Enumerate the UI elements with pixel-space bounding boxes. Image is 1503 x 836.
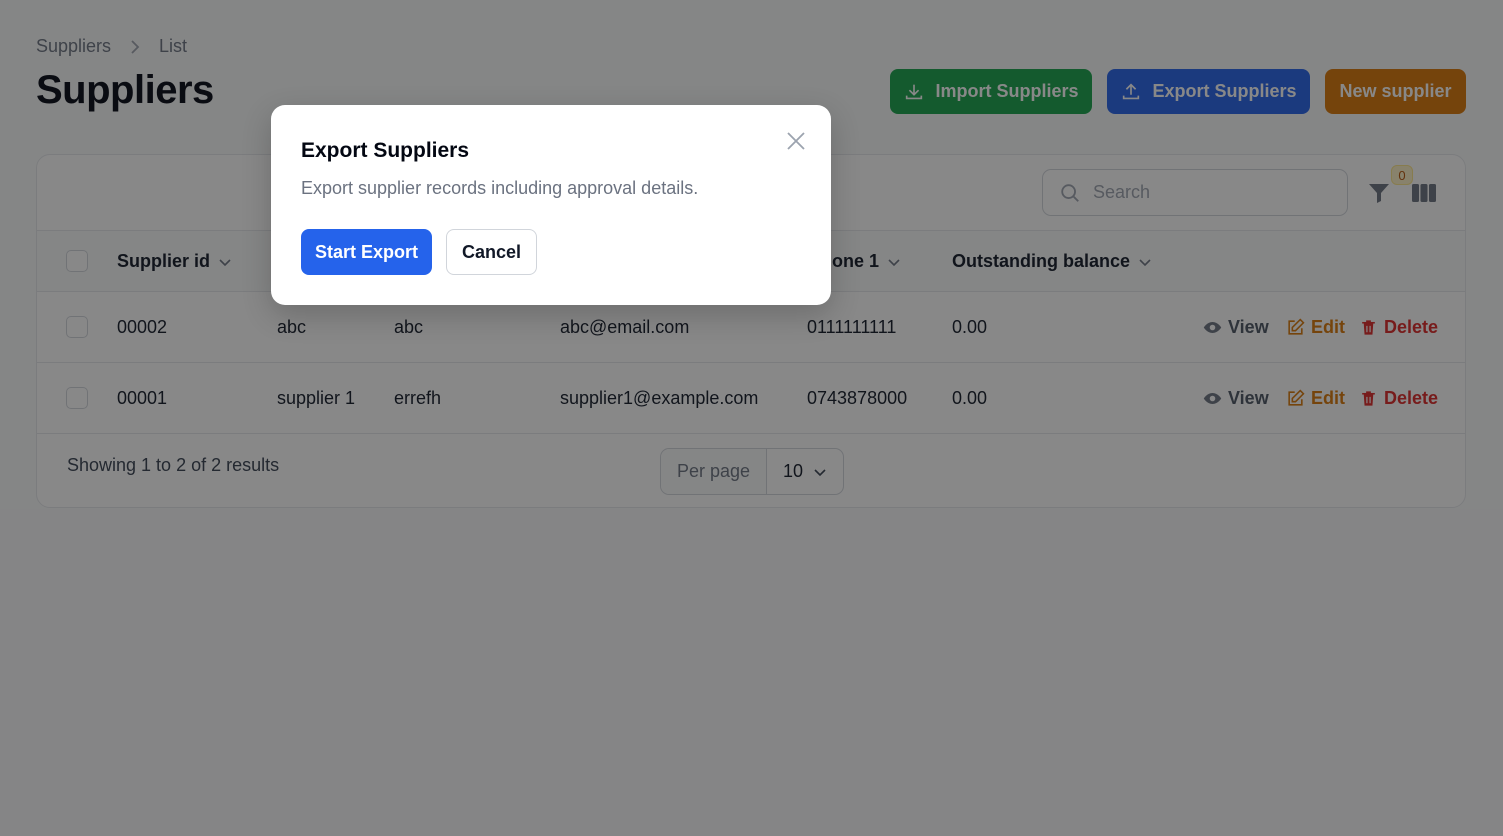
start-export-button[interactable]: Start Export <box>301 229 432 275</box>
close-icon[interactable] <box>784 129 808 153</box>
export-suppliers-modal: Export Suppliers Export supplier records… <box>271 105 831 305</box>
modal-title: Export Suppliers <box>301 139 470 162</box>
modal-description: Export supplier records including approv… <box>301 178 699 198</box>
cancel-button[interactable]: Cancel <box>446 229 537 275</box>
